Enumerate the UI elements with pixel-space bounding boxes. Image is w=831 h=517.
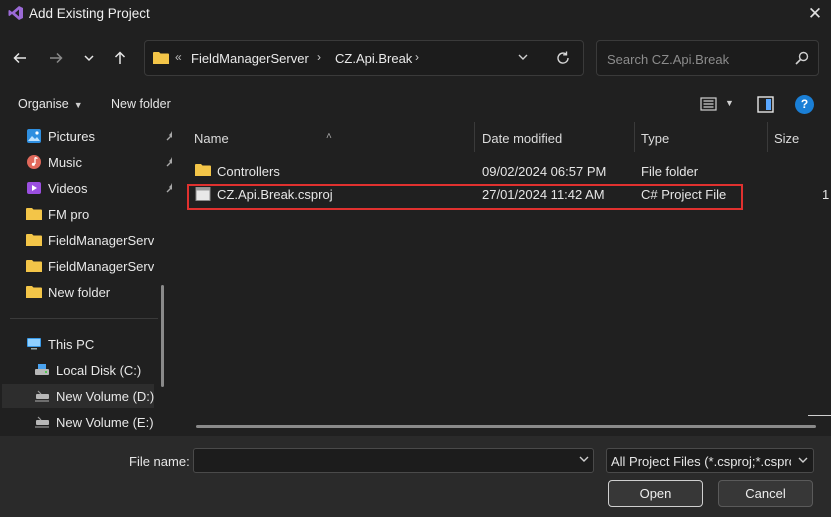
sidebar-item-label: FieldManagerServ — [48, 232, 154, 248]
annotation-highlight-box — [187, 184, 743, 210]
sidebar-scrollbar[interactable] — [161, 285, 164, 387]
cancel-button[interactable]: Cancel — [718, 480, 813, 507]
drive-icon — [34, 362, 50, 378]
up-arrow-icon[interactable] — [106, 44, 134, 72]
back-arrow-icon[interactable] — [6, 44, 34, 72]
videos-icon — [26, 180, 42, 196]
breadcrumb-overflow[interactable]: « — [175, 50, 182, 64]
close-icon[interactable]: ✕ — [803, 2, 827, 26]
folder-icon — [153, 52, 169, 64]
file-list: Name ˄ Date modified Type Size Controlle… — [176, 122, 831, 435]
sidebar-item-new-volume-e[interactable]: New Volume (E:) — [34, 410, 172, 434]
folder-icon — [26, 232, 42, 248]
dialog-footer: File name: All Project Files (*.csproj;*… — [0, 436, 831, 517]
breadcrumb-separator-icon[interactable]: › — [415, 50, 419, 64]
breadcrumb-item[interactable]: FieldManagerServer — [191, 51, 309, 66]
chevron-down-icon — [798, 457, 808, 463]
file-type-filter-value: All Project Files (*.csproj;*.csproj — [611, 454, 791, 469]
sidebar-item-new-volume-d[interactable]: New Volume (D:) — [2, 384, 154, 408]
network-drive-icon — [34, 414, 50, 430]
sidebar-item-label: Pictures — [48, 128, 95, 144]
sidebar-item-label: Videos — [48, 180, 88, 196]
folder-icon — [26, 284, 42, 300]
file-row-controllers[interactable]: Controllers 09/02/2024 06:57 PM File fol… — [188, 160, 828, 182]
navigation-bar: « FieldManagerServer › CZ.Api.Break › Se… — [0, 38, 831, 78]
command-toolbar: Organise ▼ New folder ▼ ? — [0, 90, 831, 120]
column-header-size[interactable]: Size — [768, 122, 831, 152]
file-date: 09/02/2024 06:57 PM — [482, 164, 607, 179]
address-bar[interactable]: « FieldManagerServer › CZ.Api.Break › — [144, 40, 584, 76]
pin-icon[interactable] — [166, 181, 172, 196]
folder-icon — [195, 164, 211, 176]
sidebar-item-new-folder[interactable]: New folder — [26, 280, 172, 304]
sort-ascending-icon: ˄ — [326, 131, 332, 142]
sidebar-item-label: This PC — [48, 336, 95, 352]
sidebar-item-label: New Volume (D:) — [56, 388, 154, 404]
caret-down-icon: ▼ — [73, 100, 83, 110]
search-box[interactable]: Search CZ.Api.Break — [596, 40, 819, 76]
folder-icon — [26, 206, 42, 222]
column-header-type[interactable]: Type — [635, 122, 767, 152]
organise-menu-button[interactable]: Organise ▼ — [18, 97, 83, 111]
pin-icon[interactable] — [166, 155, 172, 170]
file-type-filter-select[interactable]: All Project Files (*.csproj;*.csproj — [606, 448, 814, 473]
navigation-pane: Pictures Music Videos FM pro FieldManage… — [0, 122, 172, 435]
column-label: Type — [641, 131, 670, 146]
music-icon — [26, 154, 42, 170]
organise-label: Organise — [18, 97, 69, 111]
forward-arrow-icon[interactable] — [42, 44, 70, 72]
sidebar-item-fm-pro[interactable]: FM pro — [26, 202, 172, 226]
visual-studio-icon — [8, 6, 23, 20]
search-placeholder[interactable]: Search CZ.Api.Break — [607, 52, 729, 67]
column-header-name[interactable]: Name ˄ — [176, 122, 476, 152]
help-icon[interactable]: ? — [795, 95, 814, 114]
search-icon[interactable] — [794, 50, 810, 66]
sidebar-item-videos[interactable]: Videos — [26, 176, 172, 200]
file-name-dropdown-icon[interactable] — [578, 453, 590, 465]
sidebar-item-label: Local Disk (C:) — [56, 362, 142, 378]
refresh-icon[interactable] — [555, 50, 571, 66]
computer-icon — [26, 336, 42, 352]
column-header-date-modified[interactable]: Date modified — [476, 122, 634, 152]
pin-icon[interactable] — [166, 129, 172, 144]
column-label: Name — [194, 131, 229, 146]
open-button[interactable]: Open — [608, 480, 703, 507]
file-name: Controllers — [217, 164, 280, 179]
address-dropdown-icon[interactable] — [517, 51, 529, 63]
sidebar-item-label: FieldManagerServ — [48, 258, 154, 274]
sidebar-item-label: New Volume (E:) — [56, 414, 154, 430]
sidebar-item-fieldmanagerserver-1[interactable]: FieldManagerServ — [26, 228, 154, 252]
sidebar-item-local-disk-c[interactable]: Local Disk (C:) — [34, 358, 172, 382]
view-options-icon[interactable] — [700, 96, 718, 112]
sidebar-item-music[interactable]: Music — [26, 150, 172, 174]
preview-pane-icon[interactable] — [757, 96, 774, 113]
new-folder-button[interactable]: New folder — [111, 97, 171, 111]
file-type: File folder — [641, 164, 699, 179]
sidebar-item-fieldmanagerserver-2[interactable]: FieldManagerServ — [26, 254, 154, 278]
file-name-label: File name: — [129, 454, 190, 469]
network-drive-icon — [34, 388, 50, 404]
column-divider[interactable] — [474, 122, 475, 152]
breadcrumb-item[interactable]: CZ.Api.Break — [335, 51, 412, 66]
window-title: Add Existing Project — [29, 6, 150, 21]
column-label: Size — [774, 131, 800, 146]
sidebar-item-pictures[interactable]: Pictures — [26, 124, 172, 148]
horizontal-scrollbar[interactable] — [196, 425, 816, 428]
sidebar-item-label: New folder — [48, 284, 111, 300]
folder-icon — [26, 258, 42, 274]
column-label: Date modified — [482, 131, 563, 146]
sidebar-item-label: FM pro — [48, 206, 90, 222]
view-caret-icon[interactable]: ▼ — [725, 98, 734, 108]
scrollbar-end-mark — [808, 415, 831, 416]
file-size: 1 — [822, 187, 830, 202]
recent-locations-chevron-icon[interactable] — [75, 44, 103, 72]
file-name-input[interactable] — [193, 448, 594, 473]
sidebar-item-label: Music — [48, 154, 82, 170]
sidebar-item-this-pc[interactable]: This PC — [26, 332, 172, 356]
title-bar: Add Existing Project ✕ — [0, 0, 831, 28]
sidebar-divider — [10, 318, 158, 319]
breadcrumb-separator-icon[interactable]: › — [317, 50, 321, 64]
pictures-icon — [26, 128, 42, 144]
